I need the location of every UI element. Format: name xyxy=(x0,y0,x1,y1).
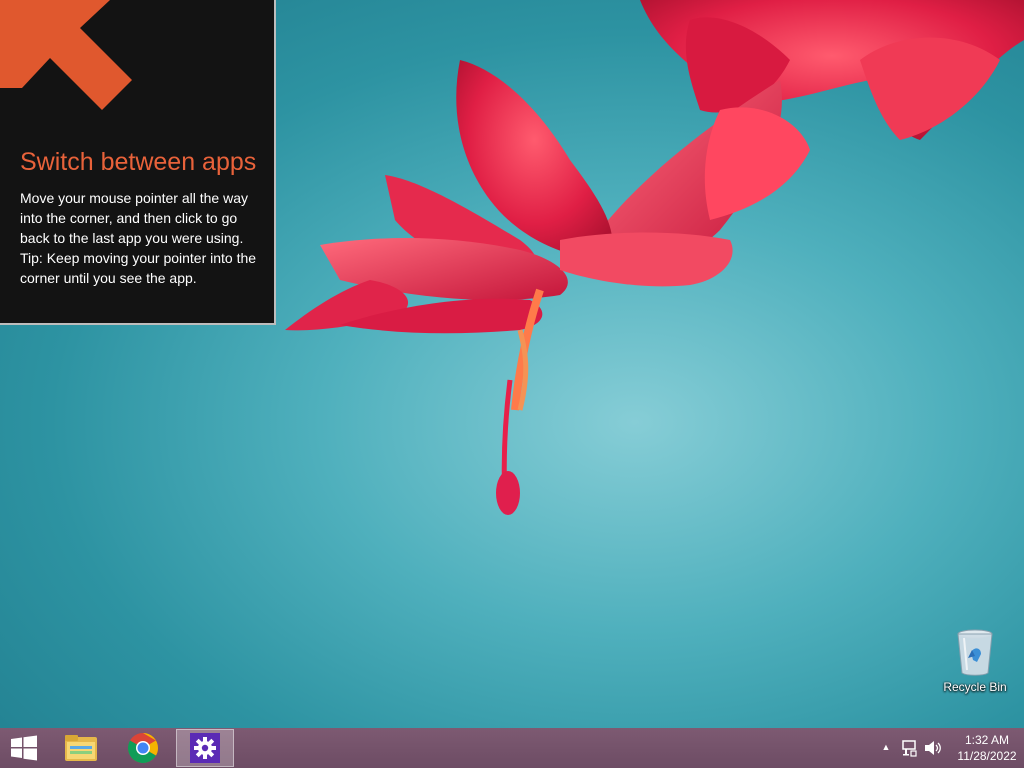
recycle-bin-label: Recycle Bin xyxy=(943,680,1007,694)
clock-time: 1:32 AM xyxy=(964,733,1010,747)
desktop-icon-recycle-bin[interactable]: Recycle Bin xyxy=(940,628,1010,700)
taskbar: ▲ 1:32 AM 11/28/2022 xyxy=(0,728,1024,768)
recycle-bin-icon xyxy=(957,629,993,676)
arrow-up-left-icon xyxy=(0,0,132,110)
gear-icon xyxy=(190,733,220,763)
taskbar-chrome[interactable] xyxy=(114,729,172,767)
show-hidden-icons-chevron-icon[interactable]: ▲ xyxy=(880,740,892,754)
tip-body: Move your mouse pointer all the way into… xyxy=(20,188,260,288)
volume-icon[interactable] xyxy=(924,739,942,757)
taskbar-file-explorer[interactable] xyxy=(52,729,110,767)
taskbar-settings[interactable] xyxy=(176,729,234,767)
system-tray: ▲ 1:32 AM 11/28/2022 xyxy=(864,728,1024,768)
desktop: Switch between apps Move your mouse poin… xyxy=(0,0,1024,768)
tip-instruction-text: Move your mouse pointer all the way into… xyxy=(20,190,248,246)
folder-icon xyxy=(65,735,97,761)
tip-title: Switch between apps xyxy=(20,148,257,176)
start-button[interactable] xyxy=(0,729,48,767)
network-icon[interactable] xyxy=(900,739,918,757)
taskbar-clock[interactable]: 1:32 AM 11/28/2022 xyxy=(950,732,1024,764)
switch-apps-tip-panel: Switch between apps Move your mouse poin… xyxy=(0,0,276,325)
windows-logo-icon xyxy=(11,735,37,761)
tip-hint-text: Tip: Keep moving your pointer into the c… xyxy=(20,250,257,286)
clock-date: 11/28/2022 xyxy=(957,749,1017,763)
chrome-icon xyxy=(127,733,159,764)
